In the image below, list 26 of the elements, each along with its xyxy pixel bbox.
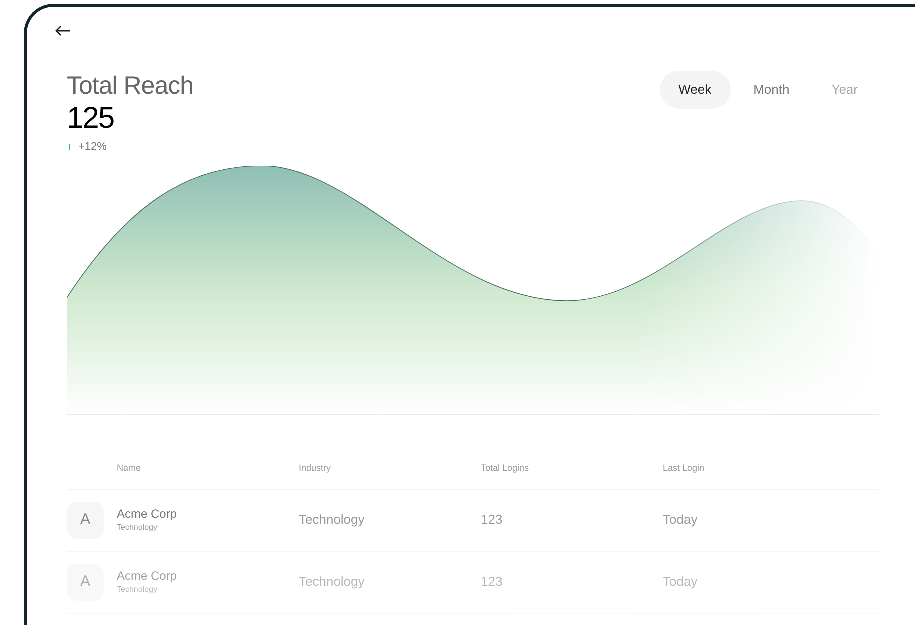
period-tab[interactable]: Week [660,71,731,109]
period-tab[interactable]: Year [812,71,877,109]
column-header: Last Login [663,462,705,476]
table-cell-text: Today [663,573,698,592]
table-cell-text: Today [663,511,698,530]
metric-value: 125 [67,101,116,137]
company-name: Acme Corp [117,568,178,584]
column-header: Industry [299,462,332,476]
company-subtitle: Technology [117,522,158,534]
table-row[interactable]: A Acme Corp Technology Technology 123 Today [67,490,879,552]
back-arrow-icon[interactable] [55,25,71,37]
table-cell-text: 123 [481,573,503,592]
column-header: Name [117,462,142,476]
avatar: A [67,502,104,538]
company-subtitle: Technology [117,584,158,596]
metric-title: Total Reach [67,71,194,101]
column-header: Total Logins [481,462,530,476]
company-name: Acme Corp [117,506,178,522]
trend-arrow-icon: ↑ [67,139,72,156]
avatar: A [67,564,104,600]
period-tab[interactable]: Month [734,71,809,109]
change-percent: +12% [78,140,107,155]
table-cell-text: Technology [299,511,365,530]
table-row[interactable]: A Acme Corp Technology Technology 123 Today [67,552,879,614]
table-cell-text: Technology [299,573,365,592]
table-cell-text: 123 [481,511,503,530]
